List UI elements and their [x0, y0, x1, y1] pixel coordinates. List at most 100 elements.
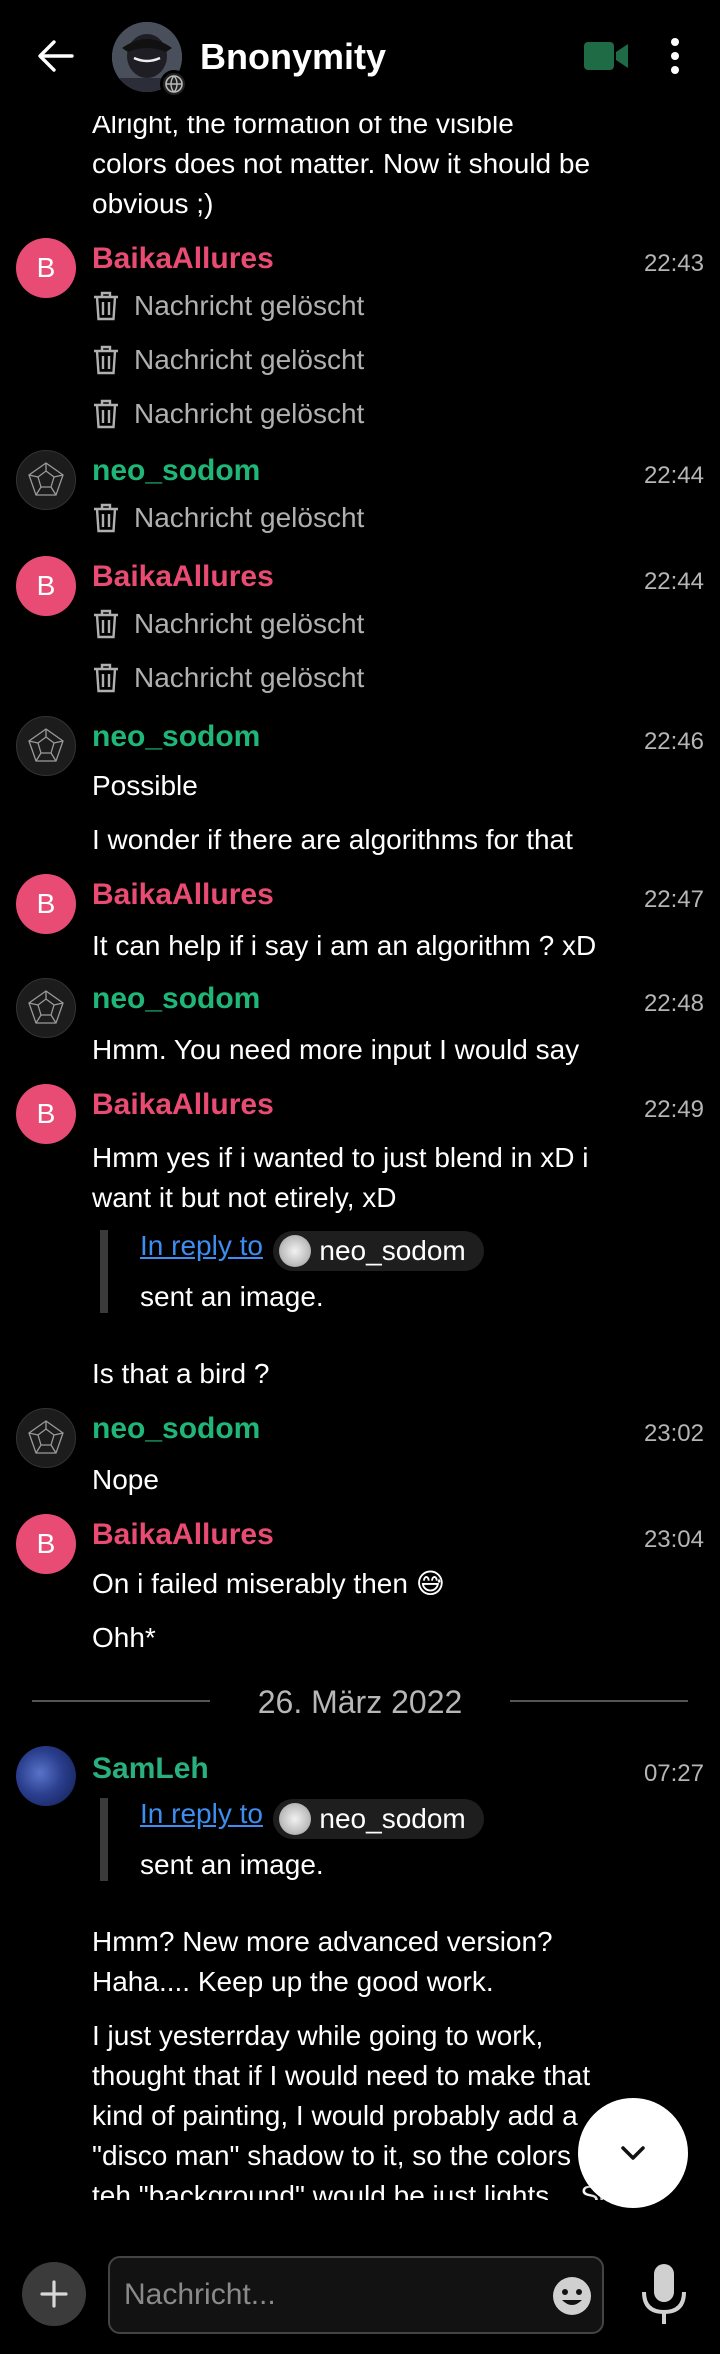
message-text: It can help if i say i am an algorithm ?…: [92, 930, 597, 961]
message-text: Haha.... Keep up the good work.: [92, 1966, 494, 1997]
message-time: 07:27: [643, 1760, 704, 1787]
message-text: colors does not matter. Now it should be: [92, 148, 591, 179]
room-title[interactable]: Bnonymity: [200, 36, 386, 78]
deleted-label: Nachricht gelöscht: [134, 608, 365, 639]
deleted-label: Nachricht gelöscht: [134, 344, 365, 375]
message-text: teh "background" would be just lights...…: [92, 2180, 615, 2200]
trash-icon: [94, 399, 118, 429]
sender-name[interactable]: BaikaAllures: [92, 878, 274, 912]
chat-header: Bnonymity: [0, 0, 720, 116]
pentagon-logo-icon: [28, 728, 64, 762]
avatar: [279, 1234, 312, 1267]
message-text: Hmm yes if i wanted to just blend in xD …: [92, 1142, 589, 1173]
video-camera-icon[interactable]: [582, 38, 632, 74]
avatar: [279, 1802, 312, 1835]
message-time: 23:02: [643, 1420, 704, 1447]
deleted-message: Nachricht gelöscht: [92, 608, 364, 640]
message-text: Ohh*: [92, 1622, 156, 1653]
message-time: 22:44: [643, 568, 704, 595]
pentagon-logo-icon: [28, 1420, 64, 1454]
add-attachment-button[interactable]: [22, 2262, 86, 2326]
message-input-container[interactable]: [108, 2256, 604, 2334]
sender-name[interactable]: SamLeh: [92, 1752, 209, 1786]
message-time: 22:43: [643, 250, 704, 277]
avatar[interactable]: [16, 1746, 76, 1806]
back-arrow-icon[interactable]: [30, 30, 82, 82]
message-text: thought that if I would need to make tha…: [92, 2060, 591, 2091]
avatar[interactable]: [16, 450, 76, 510]
message-text: I wonder if there are algorithms for tha…: [92, 824, 573, 855]
message-text: "disco man" shadow to it, so the colors: [92, 2140, 571, 2171]
plus-icon: [40, 2280, 68, 2308]
date-divider: 26. März 2022: [257, 1684, 463, 1720]
deleted-message: Nachricht gelöscht: [92, 344, 364, 376]
avatar[interactable]: [16, 978, 76, 1038]
message-text: Is that a bird ?: [92, 1358, 270, 1389]
reply-link[interactable]: In reply to: [140, 1230, 263, 1261]
message-list[interactable]: Alright, the formation of the visible co…: [0, 0, 720, 2200]
message-text: obvious ;): [92, 188, 214, 219]
deleted-message: Nachricht gelöscht: [92, 502, 364, 534]
deleted-label: Nachricht gelöscht: [134, 290, 365, 321]
message-text: Possible: [92, 770, 198, 801]
deleted-message: Nachricht gelöscht: [92, 398, 364, 430]
chevron-down-icon: [621, 2146, 645, 2160]
message-text: Hmm. You need more input I would say: [92, 1034, 580, 1065]
message-text: want it but not etirely, xD: [92, 1182, 397, 1213]
reply-text: sent an image.: [140, 1848, 324, 1880]
message-text: Hmm? New more advanced version?: [92, 1926, 553, 1957]
trash-icon: [94, 663, 118, 693]
avatar[interactable]: B: [16, 238, 76, 298]
deleted-label: Nachricht gelöscht: [134, 502, 365, 533]
user-pill[interactable]: neo_sodom: [273, 1230, 484, 1271]
reply-text: sent an image.: [140, 1280, 324, 1312]
avatar[interactable]: B: [16, 556, 76, 616]
avatar[interactable]: [16, 1408, 76, 1468]
user-pill-name: neo_sodom: [319, 1802, 466, 1834]
message-time: 22:49: [643, 1096, 704, 1123]
user-pill[interactable]: neo_sodom: [273, 1798, 484, 1839]
user-pill-name: neo_sodom: [319, 1234, 466, 1266]
message-composer: [0, 2220, 720, 2354]
reply-quote[interactable]: In reply to neo_sodom sent an image.: [100, 1798, 484, 1881]
reply-link[interactable]: In reply to: [140, 1798, 263, 1829]
avatar[interactable]: B: [16, 1084, 76, 1144]
avatar[interactable]: B: [16, 874, 76, 934]
trash-icon: [94, 291, 118, 321]
message-time: 22:48: [643, 990, 704, 1017]
message-time: 22:47: [643, 886, 704, 913]
trash-icon: [94, 503, 118, 533]
deleted-label: Nachricht gelöscht: [134, 398, 365, 429]
emoji-icon[interactable]: [550, 2274, 594, 2318]
microphone-icon[interactable]: [636, 2260, 692, 2330]
message-time: 22:44: [643, 462, 704, 489]
trash-icon: [94, 345, 118, 375]
more-vertical-icon[interactable]: [660, 34, 690, 78]
sender-name[interactable]: BaikaAllures: [92, 242, 274, 276]
sender-name[interactable]: neo_sodom: [92, 454, 260, 488]
reply-quote[interactable]: In reply to neo_sodom sent an image.: [100, 1230, 484, 1313]
deleted-label: Nachricht gelöscht: [134, 662, 365, 693]
sender-name[interactable]: BaikaAllures: [92, 1088, 274, 1122]
sender-name[interactable]: BaikaAllures: [92, 560, 274, 594]
avatar[interactable]: [16, 716, 76, 776]
divider: [510, 1700, 688, 1702]
scroll-to-bottom-button[interactable]: [578, 2098, 688, 2208]
message-input[interactable]: [124, 2270, 524, 2320]
globe-icon: [160, 70, 188, 98]
trash-icon: [94, 609, 118, 639]
message-text: kind of painting, I would probably add a: [92, 2100, 578, 2131]
pentagon-logo-icon: [28, 990, 64, 1024]
sender-name[interactable]: BaikaAllures: [92, 1518, 274, 1552]
message-text: Nope: [92, 1464, 159, 1495]
avatar[interactable]: B: [16, 1514, 76, 1574]
deleted-message: Nachricht gelöscht: [92, 290, 364, 322]
sender-name[interactable]: neo_sodom: [92, 720, 260, 754]
message-time: 23:04: [643, 1526, 704, 1553]
sender-name[interactable]: neo_sodom: [92, 1412, 260, 1446]
message-text: On i failed miserably then 😅: [92, 1568, 445, 1599]
sender-name[interactable]: neo_sodom: [92, 982, 260, 1016]
pentagon-logo-icon: [28, 462, 64, 496]
deleted-message: Nachricht gelöscht: [92, 662, 364, 694]
message-text: I just yesterrday while going to work,: [92, 2020, 544, 2051]
